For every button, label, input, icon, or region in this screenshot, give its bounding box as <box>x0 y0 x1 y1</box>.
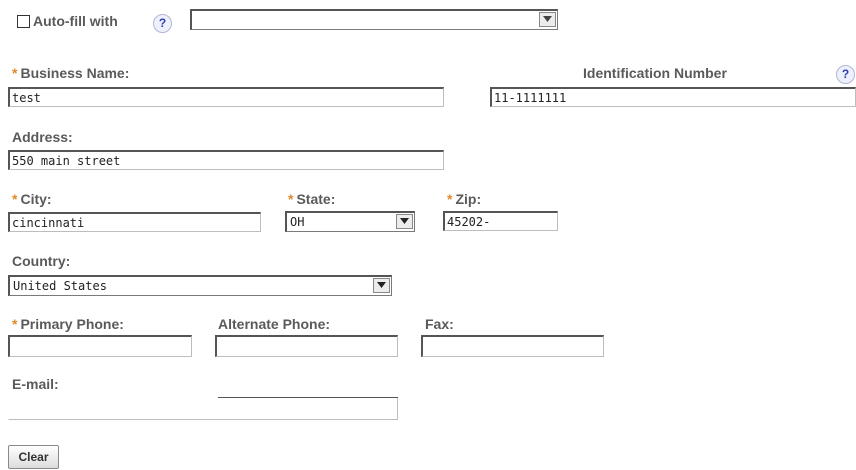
autofill-dropdown-arrow-icon[interactable] <box>539 12 556 27</box>
country-dropdown-arrow-icon[interactable] <box>373 278 390 293</box>
fax-input[interactable] <box>421 335 604 357</box>
primary-phone-required-marker: * <box>12 316 18 332</box>
identification-number-input[interactable]: 11-1111111 <box>490 87 856 107</box>
state-label: * State: <box>288 191 335 207</box>
business-name-input[interactable]: test <box>8 87 444 107</box>
identification-number-label: Identification Number <box>583 65 727 81</box>
email-label: E-mail: <box>12 376 59 392</box>
identification-number-help-icon[interactable]: ? <box>836 65 855 84</box>
business-name-label: * Business Name: <box>12 65 129 81</box>
city-label: * City: <box>12 191 52 207</box>
country-select[interactable]: United States <box>8 275 392 296</box>
primary-phone-label: * Primary Phone: <box>12 316 124 332</box>
country-select-value: United States <box>13 279 107 293</box>
alternate-phone-label: Alternate Phone: <box>218 316 331 332</box>
state-label-text: State: <box>296 191 336 207</box>
alternate-phone-input[interactable] <box>215 335 398 357</box>
zip-label-text: Zip: <box>455 191 482 207</box>
autofill-select[interactable] <box>190 9 558 30</box>
state-required-marker: * <box>288 191 294 207</box>
state-dropdown-arrow-icon[interactable] <box>396 214 413 229</box>
zip-input[interactable]: 45202- <box>443 211 558 231</box>
email-input-top-border <box>218 397 398 398</box>
country-label: Country: <box>12 253 71 269</box>
address-input[interactable]: 550 main street <box>8 150 444 170</box>
primary-phone-label-text: Primary Phone: <box>20 316 124 332</box>
address-label: Address: <box>12 129 73 145</box>
city-label-text: City: <box>20 191 52 207</box>
state-select[interactable]: OH <box>285 211 415 232</box>
state-select-value: OH <box>290 215 305 229</box>
business-name-label-text: Business Name: <box>20 65 130 81</box>
business-name-required-marker: * <box>12 65 18 81</box>
autofill-checkbox[interactable] <box>17 15 30 28</box>
primary-phone-input[interactable] <box>8 335 192 357</box>
zip-required-marker: * <box>447 191 453 207</box>
autofill-help-icon[interactable]: ? <box>153 14 172 33</box>
email-input[interactable] <box>8 397 398 420</box>
clear-button[interactable]: Clear <box>8 445 59 469</box>
city-required-marker: * <box>12 191 18 207</box>
fax-label: Fax: <box>425 316 454 332</box>
autofill-label: Auto-fill with <box>33 13 118 29</box>
zip-label: * Zip: <box>447 191 481 207</box>
city-input[interactable]: cincinnati <box>8 212 261 232</box>
